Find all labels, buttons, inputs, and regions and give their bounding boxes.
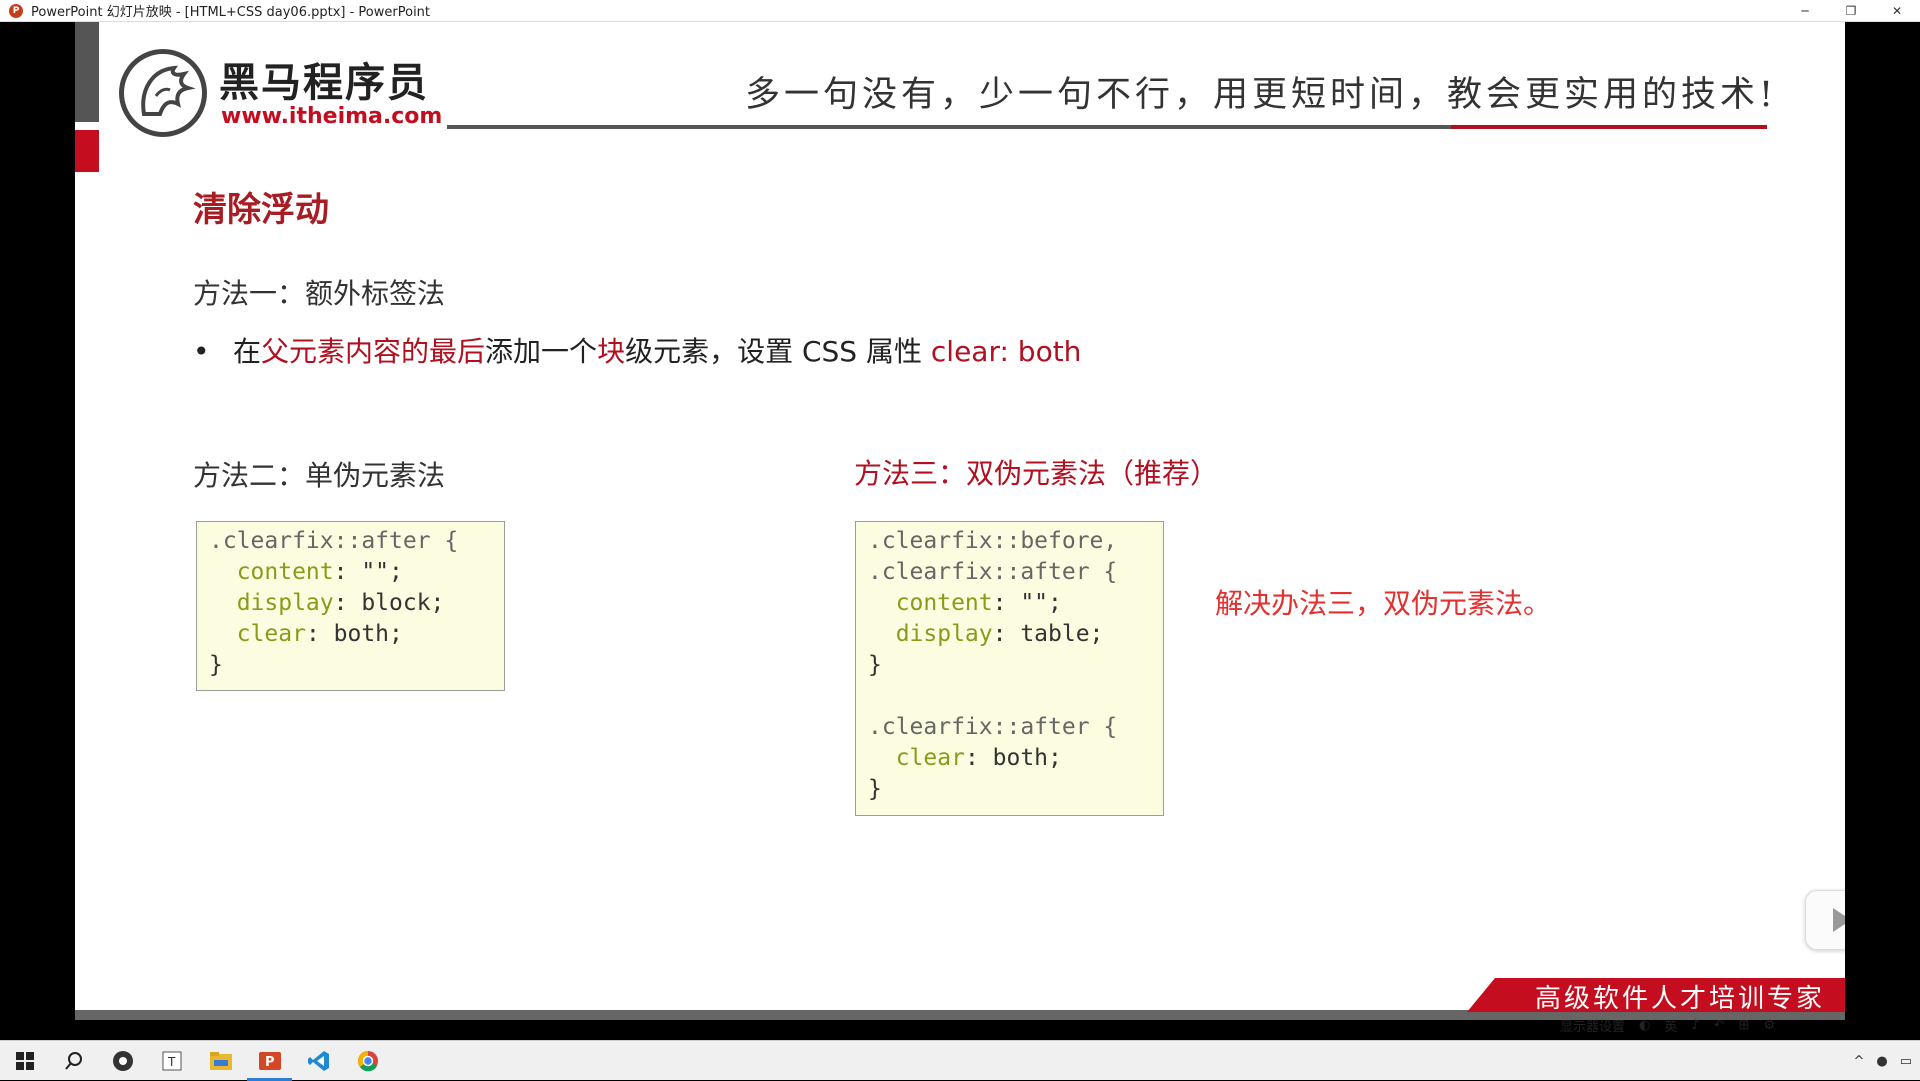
bullet-segment: 添加一个: [485, 335, 598, 368]
tray-expand-icon[interactable]: ^: [1853, 1054, 1864, 1069]
code-line: }: [868, 650, 1163, 681]
slide[interactable]: 黑马程序员 www.itheima.com 多一句没有，少一句不行，用更短时间，…: [75, 22, 1845, 1020]
bullet-segment: 父元素: [261, 335, 346, 368]
bullet-text: 在父元素内容的最后添加一个块级元素，设置 CSS 属性 clear: both: [233, 335, 1081, 368]
code-token: display: [209, 590, 334, 616]
logo: 黑马程序员 www.itheima.com: [119, 46, 443, 137]
display-settings-button[interactable]: 显示器设置: [1560, 1016, 1625, 1035]
svg-text:T: T: [167, 1055, 176, 1069]
powerpoint-icon[interactable]: P: [245, 1041, 294, 1081]
annotation-note: 解决办法三，双伪元素法。: [1215, 587, 1552, 620]
code-line: display: block;: [209, 588, 504, 619]
taskbar: T P ^ ● ▭: [0, 1040, 1920, 1081]
header-divider-gray: [447, 125, 1451, 129]
code-token: : table;: [992, 621, 1104, 647]
start-icon[interactable]: [0, 1041, 49, 1081]
logo-name: 黑马程序员: [219, 60, 429, 106]
code-token: }: [209, 652, 223, 678]
code-token: .clearfix::before,: [868, 528, 1118, 554]
bullet-segment: 在: [233, 335, 262, 368]
language-icon[interactable]: 英: [1664, 1016, 1677, 1035]
code-token: .clearfix::after {: [868, 559, 1118, 585]
code-line: }: [868, 774, 1163, 805]
code-line: }: [209, 650, 504, 681]
code-token: }: [868, 652, 882, 678]
method2-code-block: .clearfix::after { content: ""; display:…: [196, 521, 505, 691]
method2-heading: 方法二：单伪元素法: [193, 459, 446, 492]
audio-icon[interactable]: ♪: [1691, 1018, 1699, 1033]
typora-icon[interactable]: T: [147, 1041, 196, 1081]
code-line: display: table;: [868, 619, 1163, 650]
minimize-button[interactable]: ─: [1782, 0, 1828, 22]
code-token: }: [868, 776, 882, 802]
method3-heading: 方法三：双伪元素法（推荐）: [854, 457, 1219, 490]
bullet-segment: 级元素，设置 CSS 属性: [625, 335, 931, 368]
bullet-segment: 块: [597, 335, 626, 368]
code-token: : "";: [992, 590, 1062, 616]
code-token: content: [209, 559, 334, 585]
powerpoint-icon: P: [9, 3, 23, 18]
file-explorer-icon[interactable]: [196, 1041, 245, 1081]
code-token: : "";: [333, 559, 403, 585]
code-token: content: [868, 590, 993, 616]
window-titlebar: P PowerPoint 幻灯片放映 - [HTML+CSS day06.ppt…: [0, 0, 1920, 22]
window-title: PowerPoint 幻灯片放映 - [HTML+CSS day06.pptx]…: [31, 5, 431, 20]
horse-logo-icon: [119, 49, 207, 137]
slide-title: 清除浮动: [193, 190, 329, 230]
method1-bullet: • 在父元素内容的最后添加一个块级元素，设置 CSS 属性 clear: both: [193, 330, 1081, 370]
logo-url: www.itheima.com: [221, 104, 443, 129]
method1-heading: 方法一：额外标签法: [193, 277, 446, 310]
code-line: content: "";: [868, 588, 1163, 619]
code-line: .clearfix::after {: [868, 557, 1163, 588]
tray-app-icon[interactable]: ●: [1876, 1054, 1887, 1069]
bullet-dot: •: [193, 335, 210, 368]
undo-icon[interactable]: ↶: [1714, 1018, 1725, 1033]
code-line: clear: both;: [209, 619, 504, 650]
code-token: .clearfix::after {: [209, 528, 459, 554]
slogan: 多一句没有，少一句不行，用更短时间，教会更实用的技术!: [745, 75, 1778, 115]
bullet-segment: 内容的最后: [345, 335, 486, 368]
presenter-toolbar: 显示器设置 ◐ 英 ♪ ↶ ⊞ ⚙: [1560, 1010, 1775, 1040]
code-token: clear: [209, 621, 306, 647]
window-controls: ─ ❐ ✕: [1782, 0, 1920, 22]
theme-icon[interactable]: ◐: [1639, 1018, 1650, 1033]
code-token: : block;: [333, 590, 445, 616]
settings-icon[interactable]: ⚙: [1763, 1018, 1775, 1033]
search-icon[interactable]: [49, 1041, 98, 1081]
code-line: .clearfix::before,: [868, 526, 1163, 557]
play-icon[interactable]: [1805, 890, 1845, 950]
code-token: .clearfix::after {: [868, 714, 1118, 740]
code-token: clear: [868, 745, 965, 771]
left-accent-red: [75, 130, 99, 172]
code-line: content: "";: [209, 557, 504, 588]
system-tray: ^ ● ▭: [1853, 1041, 1912, 1081]
code-token: : both;: [305, 621, 403, 647]
code-line: .clearfix::after {: [868, 712, 1163, 743]
bullet-segment: clear: both: [930, 335, 1082, 368]
grid-icon[interactable]: ⊞: [1739, 1018, 1750, 1033]
method3-code-block: .clearfix::before,.clearfix::after { con…: [855, 521, 1164, 816]
svg-text:P: P: [265, 1055, 275, 1070]
chrome-icon[interactable]: [343, 1041, 392, 1081]
code-line: .clearfix::after {: [209, 526, 504, 557]
code-token: : both;: [964, 745, 1062, 771]
close-button[interactable]: ✕: [1874, 0, 1920, 22]
left-accent-gray: [75, 22, 99, 122]
obs-icon[interactable]: [98, 1041, 147, 1081]
code-line: clear: both;: [868, 743, 1163, 774]
vscode-icon[interactable]: [294, 1041, 343, 1081]
code-token: display: [868, 621, 993, 647]
header-divider-red: [1451, 125, 1767, 129]
tray-display-icon[interactable]: ▭: [1900, 1054, 1912, 1069]
restore-button[interactable]: ❐: [1828, 0, 1874, 22]
